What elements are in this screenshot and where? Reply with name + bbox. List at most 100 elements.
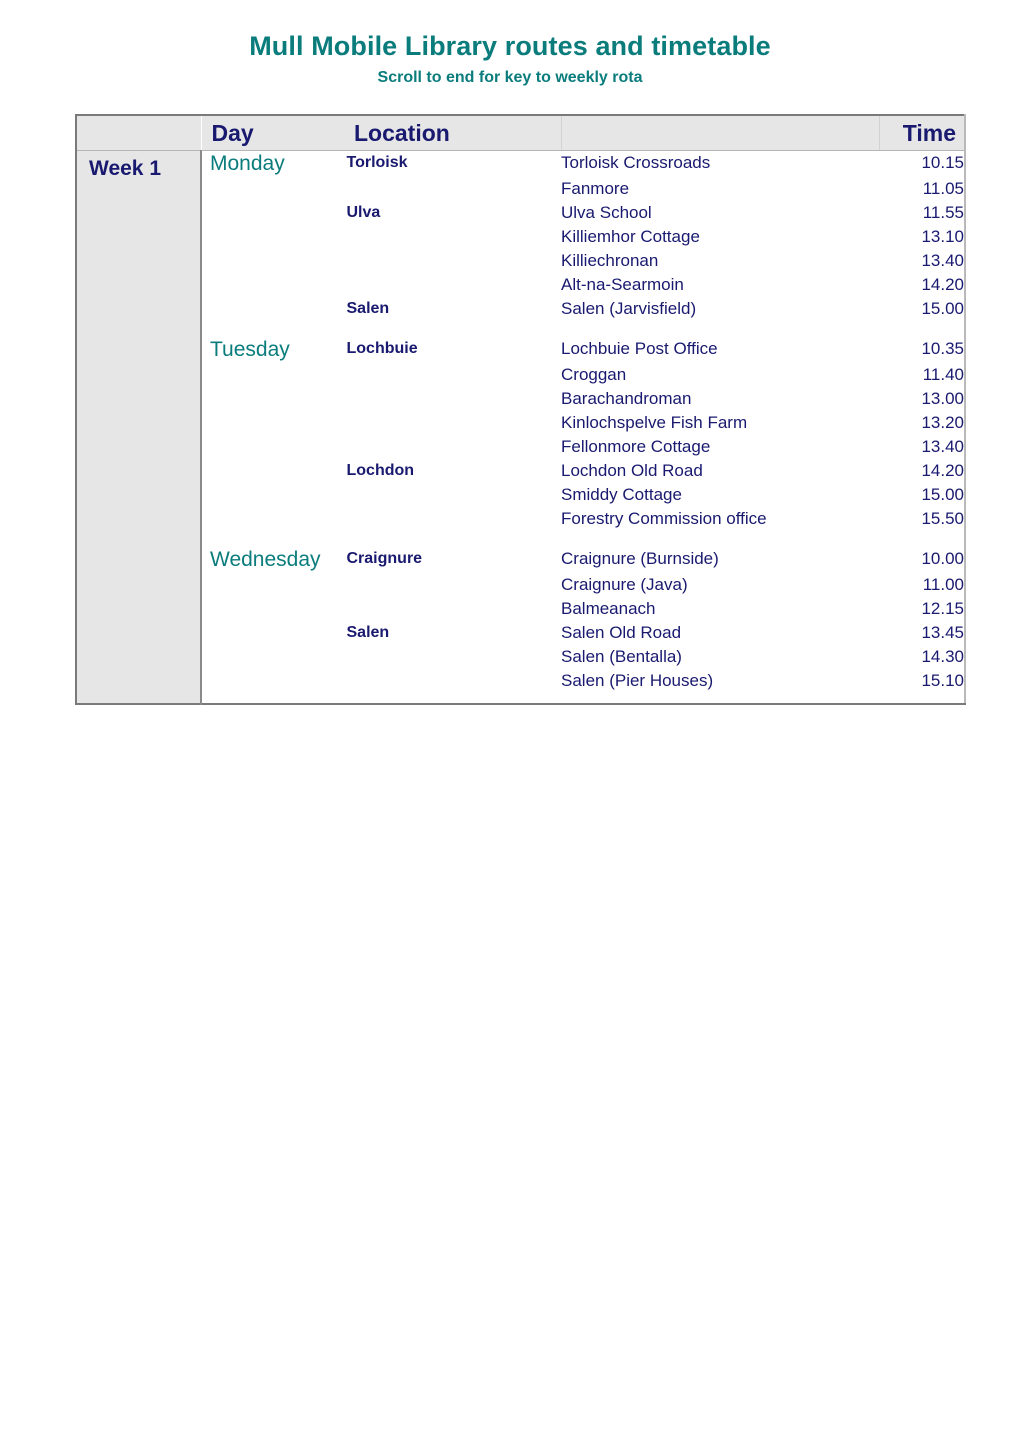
day-cell <box>201 363 347 387</box>
table-row: Killiemhor Cottage 13.10 <box>76 225 965 249</box>
table-body: Week 1 Monday Torloisk Torloisk Crossroads 1… <box>76 150 965 704</box>
time-cell: 13.00 <box>878 387 965 411</box>
time-cell: 14.20 <box>878 273 965 297</box>
location-cell <box>346 411 561 435</box>
stop-cell: Balmeanach <box>561 599 656 618</box>
stop-cell: Craignure (Java) <box>561 575 688 594</box>
column-header-stop <box>560 115 879 151</box>
day-spacer-row <box>76 531 965 547</box>
stop-cell: Salen (Bentalla) <box>561 647 682 666</box>
day-cell <box>201 483 347 507</box>
location-cell <box>346 363 561 387</box>
stop-cell: Alt-na-Searmoin <box>561 275 684 294</box>
day-cell: Tuesday <box>201 337 347 363</box>
stop-cell: Craignure (Burnside) <box>561 549 719 568</box>
location-cell <box>346 435 561 459</box>
spacer-cell <box>346 531 561 547</box>
spacer-cell <box>878 321 965 337</box>
time-cell: 11.40 <box>878 363 965 387</box>
spacer-cell <box>346 693 561 704</box>
stop-cell: Forestry Commission office <box>561 509 767 528</box>
day-label: Monday <box>210 152 285 175</box>
stop-cell: Salen Old Road <box>561 623 682 642</box>
day-label: Wednesday <box>210 548 321 571</box>
location-cell <box>346 669 561 693</box>
table-row: Smiddy Cottage 15.00 <box>76 483 965 507</box>
column-header-week <box>76 115 202 151</box>
spacer-cell <box>561 321 879 337</box>
stop-cell: Salen (Pier Houses) <box>561 671 714 690</box>
table-row: Wednesday Craignure Craignure (Burnside) 10… <box>76 547 965 573</box>
table-row: Lochdon Lochdon Old Road 14.20 <box>76 459 965 483</box>
location-cell: Lochdon <box>346 462 415 479</box>
stop-cell: Fanmore <box>561 179 630 198</box>
day-spacer-row <box>76 321 965 337</box>
location-cell <box>346 249 561 273</box>
spacer-cell <box>878 693 965 704</box>
time-cell: 10.00 <box>878 547 965 573</box>
day-cell <box>201 273 347 297</box>
table-header-row: Day Location Time <box>76 115 965 151</box>
time-cell: 14.30 <box>878 645 965 669</box>
spacer-cell <box>561 531 879 547</box>
table-tail-row <box>76 693 965 704</box>
stop-cell: Croggan <box>561 365 627 384</box>
location-cell <box>346 483 561 507</box>
mobile-library-timetable: Day Location Time Week 1 Monday Torloisk To… <box>75 114 966 705</box>
day-cell: Monday <box>201 150 347 177</box>
location-cell <box>346 507 561 531</box>
time-cell: 13.40 <box>878 435 965 459</box>
column-header-time: Time <box>878 115 965 151</box>
day-cell <box>201 435 347 459</box>
day-cell <box>201 177 347 201</box>
location-cell: Craignure <box>346 550 423 567</box>
day-cell <box>201 507 347 531</box>
week-cell: Week 1 <box>76 150 202 704</box>
page-subtitle: Scroll to end for key to weekly rota <box>377 69 643 86</box>
day-cell <box>201 597 347 621</box>
location-cell <box>346 597 561 621</box>
day-cell <box>201 669 347 693</box>
table-row: Balmeanach 12.15 <box>76 597 965 621</box>
time-cell: 13.10 <box>878 225 965 249</box>
table-row: Tuesday Lochbuie Lochbuie Post Office 10.35 <box>76 337 965 363</box>
day-cell: Wednesday <box>201 547 347 573</box>
spacer-cell <box>201 531 347 547</box>
location-cell <box>346 573 561 597</box>
time-cell: 11.55 <box>878 201 965 225</box>
stop-cell: Smiddy Cottage <box>561 485 682 504</box>
spacer-cell <box>561 693 879 704</box>
day-cell <box>201 225 347 249</box>
table-row: Ulva Ulva School 11.55 <box>76 201 965 225</box>
column-header-day: Day <box>201 115 346 151</box>
location-cell <box>346 273 561 297</box>
stop-cell: Lochdon Old Road <box>561 461 703 480</box>
location-cell: Ulva <box>346 204 381 221</box>
day-label: Tuesday <box>210 338 290 361</box>
stop-cell: Barachandroman <box>561 389 692 408</box>
stop-cell: Killiechronan <box>561 251 659 270</box>
table-row: Salen Salen (Jarvisfield) 15.00 <box>76 297 965 321</box>
time-cell: 11.05 <box>878 177 965 201</box>
stop-cell: Fellonmore Cottage <box>561 437 711 456</box>
table-header: Day Location Time <box>76 115 965 151</box>
time-cell: 10.15 <box>878 150 965 177</box>
week-label: Week 1 <box>89 157 161 180</box>
table-row: Croggan 11.40 <box>76 363 965 387</box>
page-title: Mull Mobile Library routes and timetable <box>249 31 771 61</box>
time-cell: 10.35 <box>878 337 965 363</box>
spacer-cell <box>201 321 347 337</box>
day-cell <box>201 411 347 435</box>
day-cell <box>201 645 347 669</box>
location-cell <box>346 177 561 201</box>
table-row: Craignure (Java) 11.00 <box>76 573 965 597</box>
location-cell <box>346 225 561 249</box>
column-header-location: Location <box>346 115 561 151</box>
time-cell: 15.50 <box>878 507 965 531</box>
day-cell <box>201 387 347 411</box>
timetable-container: Day Location Time Week 1 Monday Torloisk To… <box>75 114 966 705</box>
time-cell: 11.00 <box>878 573 965 597</box>
stop-cell: Ulva School <box>561 203 652 222</box>
table-row: Fanmore 11.05 <box>76 177 965 201</box>
table-row: Salen (Bentalla) 14.30 <box>76 645 965 669</box>
